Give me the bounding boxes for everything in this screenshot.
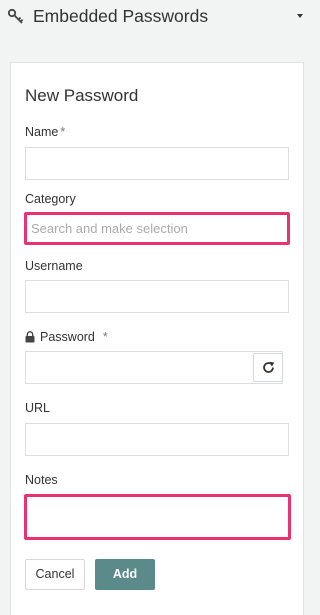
notes-label: Notes	[25, 473, 58, 487]
notes-textarea[interactable]	[24, 494, 291, 540]
username-input[interactable]	[25, 280, 289, 313]
name-label: Name *	[25, 125, 65, 139]
generate-password-button[interactable]	[253, 353, 283, 382]
password-label-text: Password	[40, 330, 95, 344]
username-label: Username	[25, 259, 83, 273]
url-input[interactable]	[25, 423, 289, 456]
panel-header[interactable]: Embedded Passwords	[0, 0, 314, 34]
required-marker: *	[102, 330, 108, 344]
refresh-icon	[263, 361, 275, 373]
name-label-text: Name	[25, 125, 59, 139]
caret-down-icon[interactable]	[297, 14, 303, 18]
panel-title: Embedded Passwords	[33, 6, 209, 26]
cancel-button[interactable]: Cancel	[25, 559, 85, 590]
password-label: Password *	[40, 330, 108, 344]
name-input[interactable]	[25, 147, 289, 180]
key-icon	[7, 8, 24, 24]
add-button[interactable]: Add	[95, 559, 155, 590]
lock-icon	[25, 331, 35, 343]
required-marker: *	[60, 125, 66, 139]
url-label: URL	[25, 401, 51, 415]
category-search-input[interactable]	[24, 212, 290, 245]
category-label: Category	[25, 192, 76, 206]
password-input[interactable]	[25, 351, 283, 384]
form-title: New Password	[25, 86, 139, 105]
